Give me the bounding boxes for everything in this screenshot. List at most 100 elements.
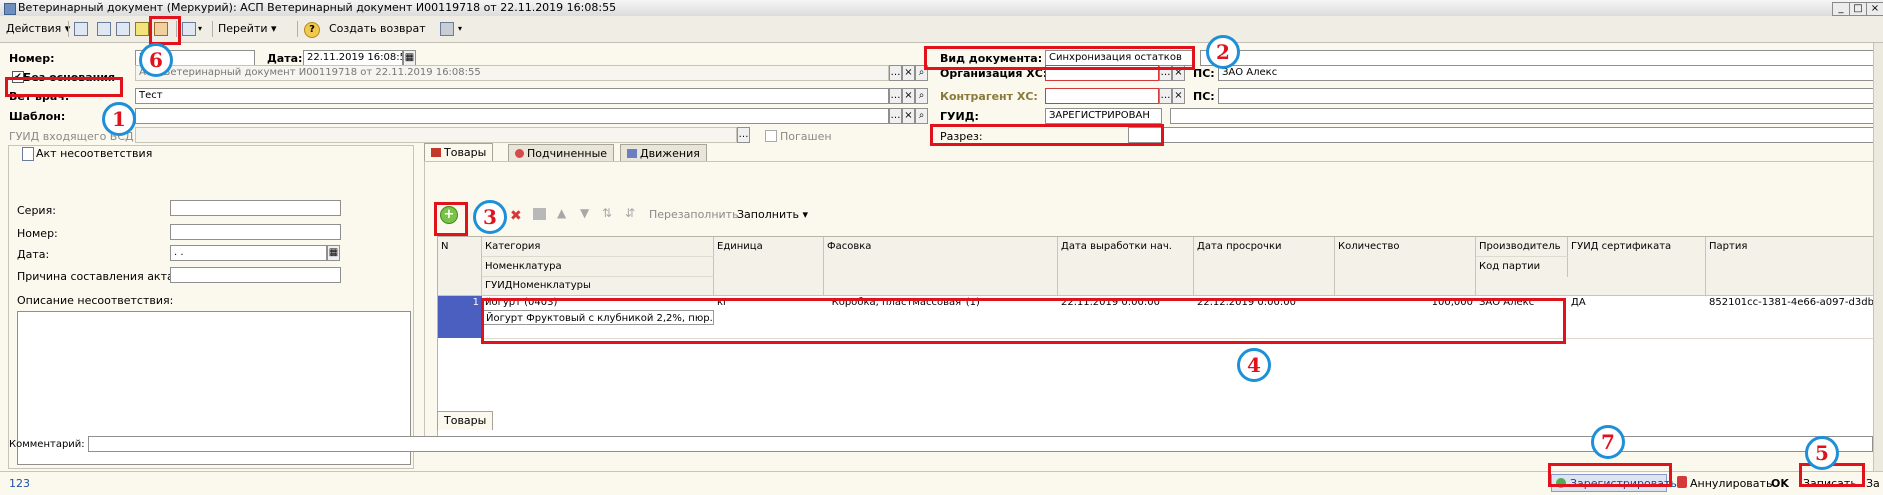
toolbar-separator [212,21,213,37]
col-packing-header[interactable]: Фасовка [824,237,1058,295]
act-number-field[interactable] [170,224,341,240]
basis-select-button[interactable]: … [889,65,902,81]
col-category-header[interactable]: Категория [482,237,714,257]
print-icon[interactable] [440,22,454,36]
col-nomenclature-header[interactable]: Номенклатура [482,257,714,277]
tab-subordinate[interactable]: Подчиненные [508,144,615,162]
structure-icon[interactable] [182,22,196,36]
section-field[interactable] [1128,127,1878,143]
toolbar-separator [68,21,69,37]
col-n-header[interactable]: N [438,237,482,295]
close-form-button[interactable]: За [1866,477,1880,490]
basis-field[interactable]: АСП Ветеринарный документ И00119718 от 2… [135,65,889,81]
incoming-guid-field[interactable] [135,127,737,143]
tab-goods[interactable]: Товары [424,143,494,162]
callout-1: 1 [102,102,136,136]
move-up-icon[interactable]: ▲ [557,206,566,220]
vet-select-button[interactable]: … [889,88,902,104]
end-edit-icon[interactable] [533,208,546,220]
document-form: Номер: 718 Дата: 22.11.2019 16:08:5 ▦ Ви… [0,43,1883,471]
tab-movements[interactable]: Движения [620,144,707,162]
vet-clear-icon[interactable]: × [902,88,915,104]
col-expiry-date-header[interactable]: Дата просрочки [1194,237,1335,295]
date-label: Дата: [267,52,303,65]
print-dropdown-icon[interactable]: ▾ [458,21,462,37]
refresh-icon[interactable] [97,22,111,36]
col-producer-header[interactable]: Производитель [1476,237,1568,257]
create-return-button[interactable]: Создать возврат [329,21,426,37]
maximize-button[interactable]: □ [1849,2,1867,16]
template-select-button[interactable]: … [889,108,902,124]
callout-7: 7 [1591,425,1625,459]
act-series-label: Серия: [17,204,56,217]
act-reason-field[interactable] [170,267,341,283]
act-document-icon [22,147,34,161]
col-guid-nomenclature-header[interactable]: ГУИДНоменклатуры [482,277,714,295]
counterparty-field[interactable] [1045,88,1159,104]
template-label: Шаблон: [9,110,66,123]
act-date-label: Дата: [17,248,50,261]
act-calendar-icon[interactable]: ▦ [327,245,340,261]
col-prod-date-header[interactable]: Дата выработки нач. [1058,237,1194,295]
highlight-add-row [434,202,468,236]
tab-goods-label: Товары [444,146,487,159]
act-reason-label: Причина составления акта: [17,270,178,283]
copy-icon[interactable] [116,22,130,36]
cancelled-checkbox[interactable] [765,130,777,142]
delete-row-icon[interactable]: ✖ [510,208,522,224]
refill-button[interactable]: Перезаполнить [649,208,739,221]
col-unit-header[interactable]: Единица [714,237,824,295]
ps2-label: ПС: [1193,90,1215,103]
col-cert-guid-header[interactable]: ГУИД сертификата [1568,237,1706,295]
template-clear-icon[interactable]: × [902,108,915,124]
counterparty-label: Контрагент ХС: [940,90,1038,103]
fill-menu[interactable]: Заполнить ▾ [737,208,808,221]
date-field[interactable]: 22.11.2019 16:08:5 [303,50,403,66]
col-batch-code-header[interactable]: Код партии [1476,257,1568,277]
status-counter: 123 [9,477,30,490]
doc-type-extra-field[interactable] [1200,50,1878,66]
toolbar: Действия ▾ ▾ Перейти ▾ ? Создать возврат… [0,16,1883,43]
highlight-register [1548,463,1672,487]
vertical-scrollbar[interactable] [1873,43,1883,471]
structure-dropdown-icon[interactable]: ▾ [198,21,202,37]
act-date-field[interactable]: . . [170,245,327,261]
basis-clear-icon[interactable]: × [902,65,915,81]
close-button[interactable]: × [1866,2,1883,16]
toolbar-separator [297,21,298,37]
minimize-button[interactable]: _ [1832,2,1850,16]
guid-label: ГУИД: [940,110,979,123]
movements-icon [627,149,637,158]
vet-field[interactable]: Тест [135,88,889,104]
guid-field[interactable]: ЗАРЕГИСТРИРОВАН [1045,108,1162,124]
col-quantity-header[interactable]: Количество [1335,237,1476,295]
vet-open-icon[interactable]: ⌕ [915,88,928,104]
actions-menu[interactable]: Действия ▾ [6,21,70,37]
incoming-guid-select-button[interactable]: … [737,127,750,143]
counterparty-clear-icon[interactable]: × [1172,88,1185,104]
template-open-icon[interactable]: ⌕ [915,108,928,124]
calendar-icon[interactable]: ▦ [403,50,416,66]
sort-asc-icon[interactable]: ⇅ [602,206,612,220]
template-field[interactable] [135,108,889,124]
cell-batch[interactable]: 852101cc-1381-4e66-a097-d3db55e [1706,296,1883,310]
callout-2: 2 [1206,35,1240,69]
goto-menu[interactable]: Перейти ▾ [218,21,277,37]
guid-extra-field[interactable] [1170,108,1878,124]
help-icon[interactable]: ? [304,22,320,38]
annul-button[interactable]: Аннулировать [1690,477,1772,490]
act-series-field[interactable] [170,200,341,216]
sort-desc-icon[interactable]: ⇵ [625,206,635,220]
col-batch-header[interactable]: Партия [1706,237,1883,295]
post-and-close-icon[interactable] [74,22,88,36]
save-icon[interactable] [135,22,149,36]
ps2-field[interactable] [1218,88,1878,104]
act-number-label: Номер: [17,227,58,240]
bottom-tab-goods[interactable]: Товары [437,411,494,430]
counterparty-select-button[interactable]: … [1159,88,1172,104]
cell-cert-guid[interactable]: ДА [1568,296,1706,310]
move-down-icon[interactable]: ▼ [580,206,589,220]
ok-button[interactable]: OK [1771,477,1789,490]
ps-field[interactable]: ЗАО Алекс [1218,65,1878,81]
row-number: 1 [472,297,479,308]
